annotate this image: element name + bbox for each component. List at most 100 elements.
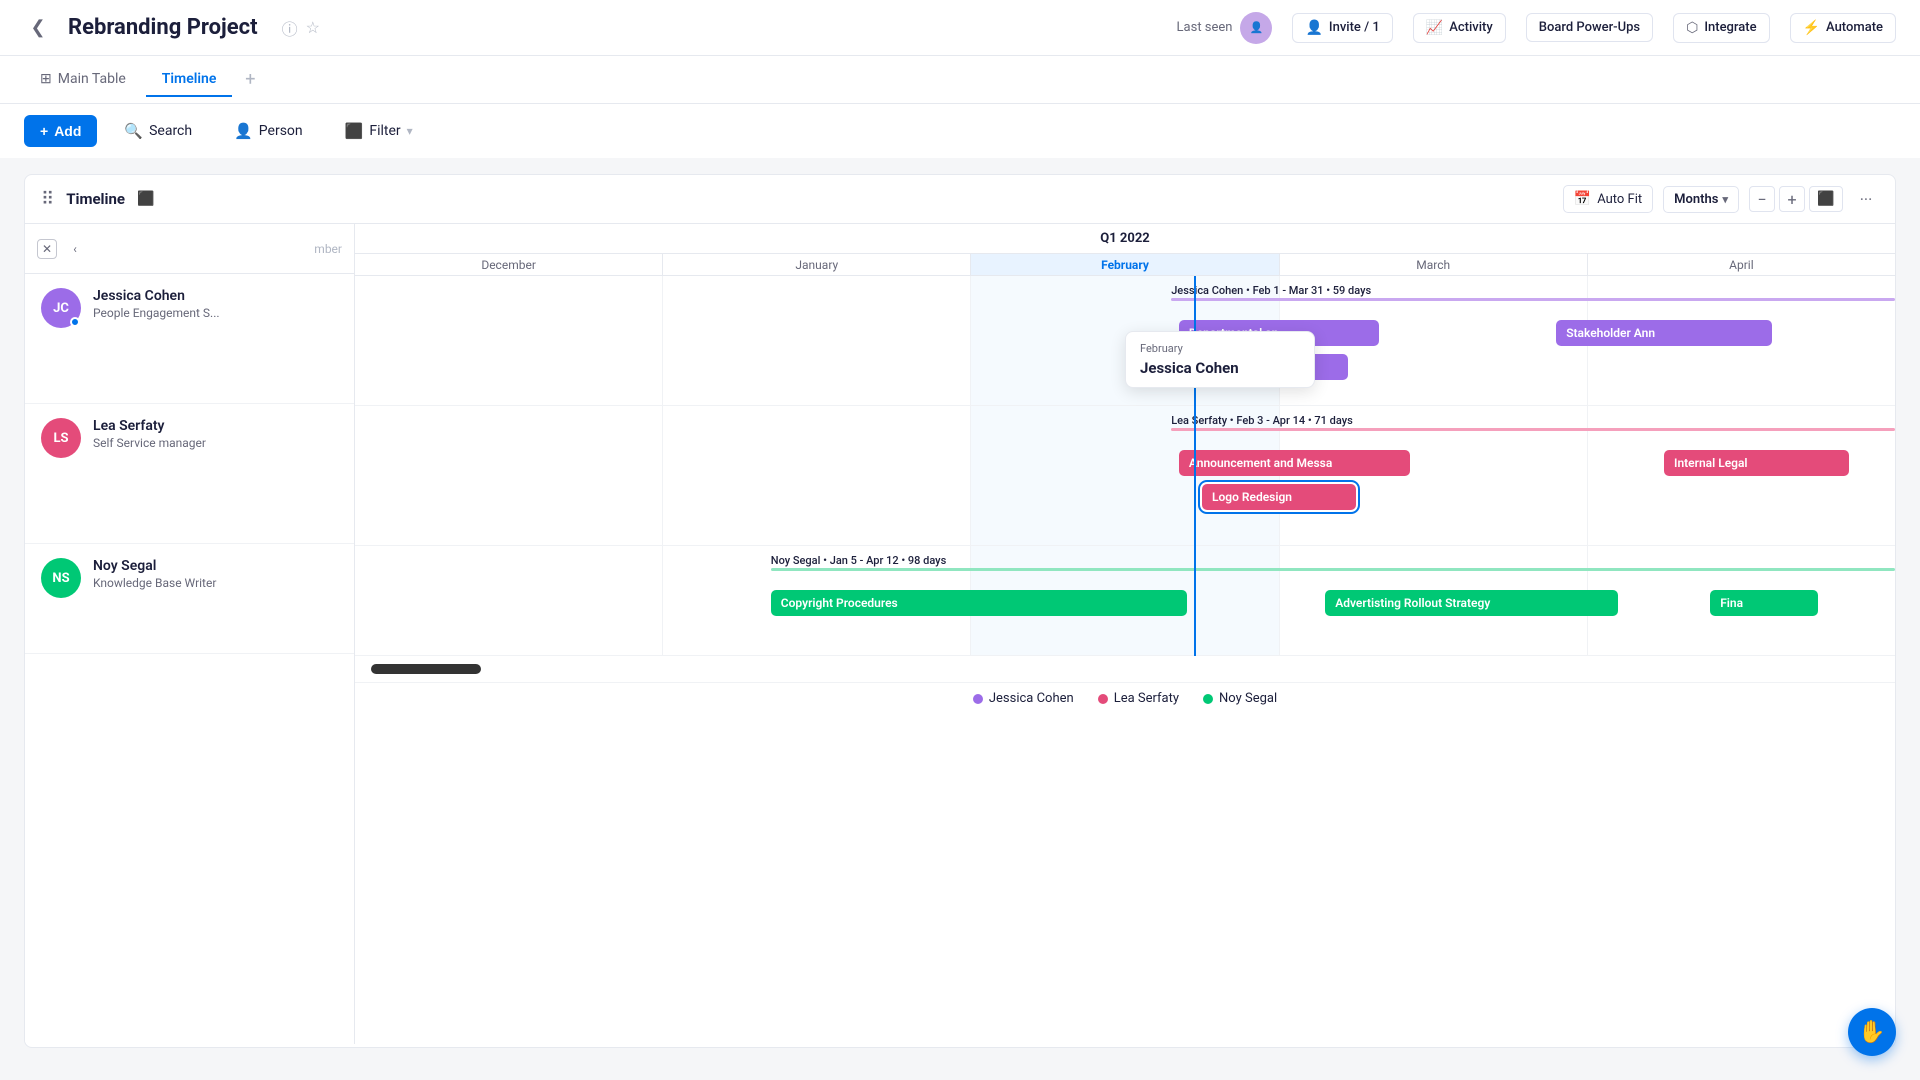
search-button[interactable]: 🔍 Search [109, 114, 207, 148]
jessica-range-bar [1171, 298, 1895, 301]
title-icons: ⓘ ☆ [282, 16, 320, 40]
tab-main-table[interactable]: ⊞ Main Table [24, 63, 142, 97]
noy-role: Knowledge Base Writer [93, 576, 338, 590]
noy-name: Noy Segal [93, 558, 338, 574]
help-icon: ✋ [1858, 1020, 1885, 1045]
gantt-bar-final[interactable]: Fina [1710, 590, 1818, 616]
plus-icon: + [40, 123, 48, 139]
month-february: February [971, 254, 1279, 275]
timeline-label: Timeline [66, 190, 125, 208]
legend-item-noy: Noy Segal [1203, 691, 1277, 706]
integrate-icon: ⬡ [1686, 20, 1698, 36]
scroll-area [355, 656, 1895, 682]
noy-info: Noy Segal Knowledge Base Writer [93, 558, 338, 590]
months-header: December January February March April [355, 254, 1895, 276]
legend-dot-jessica [973, 694, 983, 704]
lea-january-cell [663, 406, 971, 545]
list-item[interactable]: NS Noy Segal Knowledge Base Writer [25, 544, 354, 654]
lea-name: Lea Serfaty [93, 418, 338, 434]
person-filter-button[interactable]: 👤 Person [219, 114, 318, 148]
months-select[interactable]: Months ▾ [1663, 186, 1739, 213]
tooltip-month: February [1140, 342, 1300, 355]
search-icon: 🔍 [124, 122, 143, 140]
legend: Jessica Cohen Lea Serfaty Noy Segal [355, 682, 1895, 714]
activity-button[interactable]: 📈 Activity [1413, 13, 1506, 43]
december-label: mber [314, 242, 342, 256]
tab-timeline[interactable]: Timeline [146, 63, 233, 97]
automate-icon: ⚡ [1803, 20, 1820, 36]
toolbar: + Add 🔍 Search 👤 Person ⬛ Filter ▾ [0, 104, 1920, 158]
autofit-button[interactable]: 📅 Auto Fit [1563, 185, 1653, 213]
grid-icon[interactable]: ⠿ [41, 189, 54, 210]
top-bar: ❮ Rebranding Project ⓘ ☆ Last seen 👤 👤 I… [0, 0, 1920, 56]
gantt-bar-stakeholder[interactable]: Stakeholder Ann [1556, 320, 1772, 346]
list-item[interactable]: LS Lea Serfaty Self Service manager [25, 404, 354, 544]
noy-december-cell [355, 546, 663, 655]
lea-december-cell [355, 406, 663, 545]
jessica-december-cell [355, 276, 663, 405]
lea-date-range: Lea Serfaty • Feb 3 - Apr 14 • 71 days [1171, 414, 1353, 427]
month-march: March [1280, 254, 1588, 275]
gantt-bar-internal-legal[interactable]: Internal Legal [1664, 450, 1849, 476]
timeline-filter-icon[interactable]: ⬛ [137, 191, 154, 207]
integrate-button[interactable]: ⬡ Integrate [1673, 13, 1769, 43]
filter-icon: ⬛ [345, 122, 364, 140]
help-button[interactable]: ✋ [1848, 1008, 1896, 1056]
noy-avatar: NS [41, 558, 81, 598]
jessica-date-range: Jessica Cohen • Feb 1 - Mar 31 • 59 days [1171, 284, 1371, 297]
main-table-icon: ⊞ [40, 71, 52, 87]
sidebar-collapse-button[interactable]: ❮ [24, 14, 52, 42]
quarter-header: Q1 2022 [355, 224, 1895, 254]
more-options-button[interactable]: ··· [1853, 186, 1879, 212]
zoom-out-button[interactable]: − [1749, 186, 1775, 212]
invite-button[interactable]: 👤 Invite / 1 [1292, 13, 1392, 43]
gantt-bar-logo-redesign[interactable]: Logo Redesign [1202, 484, 1356, 510]
collapse-left-button[interactable]: ‹ [65, 239, 85, 259]
status-dot [70, 317, 80, 327]
gantt-row-lea: Lea Serfaty • Feb 3 - Apr 14 • 71 days A… [355, 406, 1895, 546]
gantt-area: Q1 2022 December January February March … [355, 224, 1895, 1044]
person-filter-icon: 👤 [234, 122, 253, 140]
lea-info: Lea Serfaty Self Service manager [93, 418, 338, 450]
add-tab-button[interactable]: + [236, 66, 264, 94]
zoom-controls: − + ⬛ [1749, 186, 1843, 212]
legend-dot-noy [1203, 694, 1213, 704]
fit-button[interactable]: ⬛ [1809, 186, 1843, 212]
filter-chevron-icon: ▾ [407, 124, 413, 138]
timeline-header-bar: ⠿ Timeline ⬛ 📅 Auto Fit Months ▾ − + ⬛ ·… [25, 175, 1895, 224]
automate-button[interactable]: ⚡ Automate [1790, 13, 1896, 43]
timeline-container: ⠿ Timeline ⬛ 📅 Auto Fit Months ▾ − + ⬛ ·… [24, 174, 1896, 1048]
list-item[interactable]: JC Jessica Cohen People Engagement S... [25, 274, 354, 404]
top-right-actions: Last seen 👤 👤 Invite / 1 📈 Activity Boar… [1177, 12, 1896, 44]
noy-date-range: Noy Segal • Jan 5 - Apr 12 • 98 days [771, 554, 946, 567]
zoom-in-button[interactable]: + [1779, 186, 1805, 212]
avatar: 👤 [1240, 12, 1272, 44]
last-seen: Last seen 👤 [1177, 12, 1273, 44]
filter-button[interactable]: ⬛ Filter ▾ [330, 114, 428, 148]
gantt-bar-copyright[interactable]: Copyright Procedures [771, 590, 1187, 616]
lea-role: Self Service manager [93, 436, 338, 450]
timeline-body: ✕ ‹ mber JC Jessica Cohen People Engagem… [25, 224, 1895, 1044]
noy-range-bar [771, 568, 1895, 571]
info-icon[interactable]: ⓘ [282, 16, 298, 40]
add-button[interactable]: + Add [24, 115, 97, 147]
chevron-down-icon: ▾ [1722, 193, 1728, 206]
horizontal-scrollbar-thumb[interactable] [371, 664, 481, 674]
gantt-bar-advertising[interactable]: Advertisting Rollout Strategy [1325, 590, 1618, 616]
lea-avatar: LS [41, 418, 81, 458]
legend-item-lea: Lea Serfaty [1098, 691, 1179, 706]
person-icon: 👤 [1305, 20, 1322, 36]
legend-item-jessica: Jessica Cohen [973, 691, 1074, 706]
close-left-panel-button[interactable]: ✕ [37, 239, 57, 259]
jessica-name: Jessica Cohen [93, 288, 338, 304]
gantt-bar-announcement[interactable]: Announcement and Messa [1179, 450, 1410, 476]
project-title: Rebranding Project [68, 15, 258, 40]
board-powerups-button[interactable]: Board Power-Ups [1526, 13, 1653, 42]
calendar-icon: 📅 [1574, 191, 1591, 207]
month-april: April [1588, 254, 1895, 275]
jessica-info: Jessica Cohen People Engagement S... [93, 288, 338, 320]
last-seen-label: Last seen [1177, 20, 1233, 35]
activity-icon: 📈 [1426, 20, 1443, 36]
left-panel-header: ✕ ‹ mber [25, 224, 354, 274]
star-icon[interactable]: ☆ [306, 18, 320, 37]
